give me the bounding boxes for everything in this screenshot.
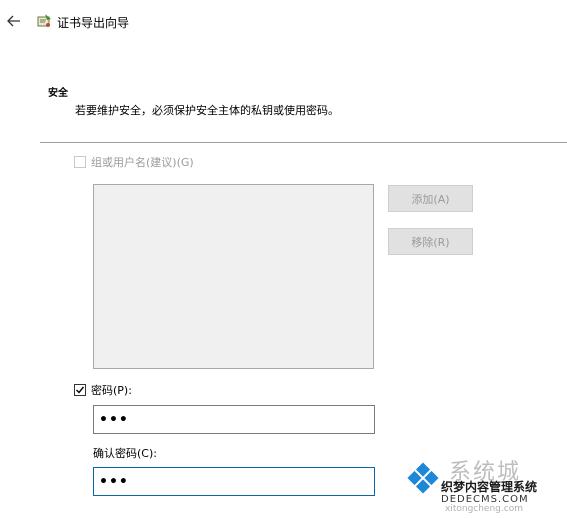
arrow-left-icon bbox=[7, 15, 20, 27]
group-user-checkbox[interactable] bbox=[74, 156, 86, 168]
confirm-password-input[interactable]: ••• bbox=[93, 467, 375, 496]
add-button[interactable]: 添加(A) bbox=[388, 185, 473, 212]
confirm-password-label: 确认密码(C): bbox=[93, 447, 157, 460]
wizard-title: 证书导出向导 bbox=[57, 16, 130, 30]
checkmark-icon bbox=[76, 386, 85, 394]
password-input[interactable]: ••• bbox=[93, 405, 375, 434]
section-divider bbox=[40, 142, 567, 143]
password-label: 密码(P): bbox=[91, 384, 132, 397]
watermark-subtitle: 织梦内容管理系统 bbox=[441, 480, 538, 494]
watermark-url: xitongcheng.com bbox=[445, 504, 523, 514]
site-watermark: 系统城 织梦内容管理系统 DEDECMS.COM xitongcheng.com bbox=[401, 456, 561, 516]
windows-logo-icon bbox=[407, 462, 439, 494]
group-user-label: 组或用户名(建议)(G) bbox=[91, 156, 194, 169]
password-checkbox[interactable] bbox=[74, 384, 86, 396]
certificate-export-wizard-page: 证书导出向导 安全 若要维护安全，必须保护安全主体的私钥或使用密码。 组或用户名… bbox=[0, 0, 567, 518]
section-description: 若要维护安全，必须保护安全主体的私钥或使用密码。 bbox=[75, 104, 339, 117]
group-user-list[interactable] bbox=[93, 184, 374, 369]
certificate-wizard-icon bbox=[37, 14, 51, 27]
section-title: 安全 bbox=[48, 88, 68, 99]
back-button[interactable] bbox=[4, 11, 24, 31]
remove-button[interactable]: 移除(R) bbox=[388, 228, 473, 255]
